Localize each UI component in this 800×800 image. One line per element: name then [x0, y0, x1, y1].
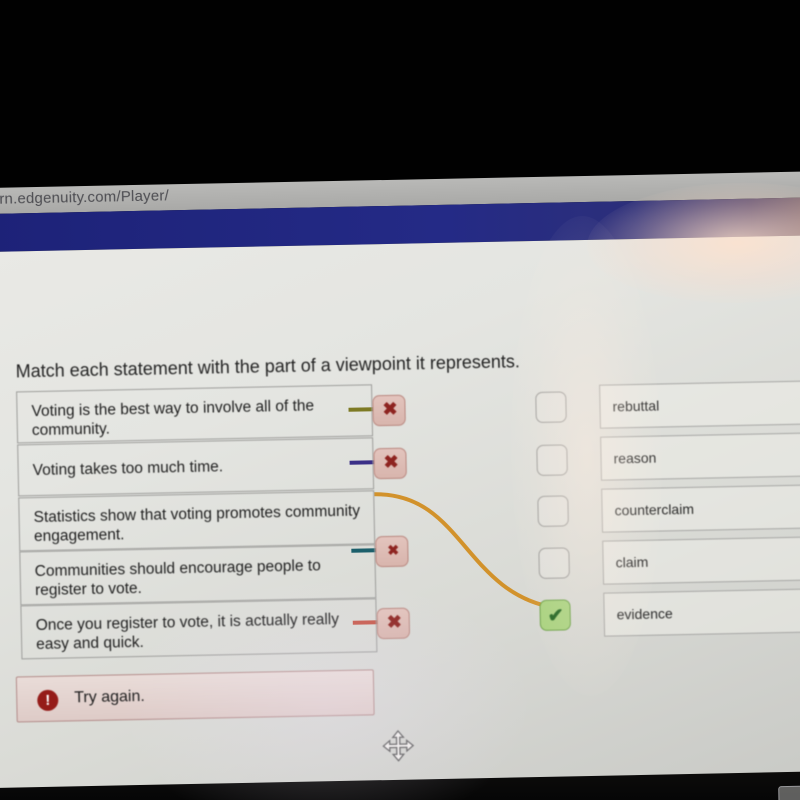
option-label-claim[interactable]: claim — [602, 535, 800, 585]
option-checkbox-evidence[interactable]: ✔ — [539, 599, 571, 631]
page-body: Match each statement with the part of a … — [0, 235, 800, 800]
x-mark-icon: ✖ — [386, 611, 403, 633]
option-label-reason[interactable]: reason — [600, 432, 800, 481]
option-label-counterclaim[interactable]: counterclaim — [601, 483, 800, 533]
right-edge-panel[interactable] — [778, 784, 800, 800]
option-checkbox-reason[interactable] — [536, 444, 568, 477]
x-mark-icon: ✖ — [387, 541, 400, 559]
feedback-text: Try again. — [74, 687, 145, 707]
statement-box-2[interactable]: Voting takes too much time. — [17, 437, 375, 497]
x-mark-icon: ✖ — [383, 451, 399, 473]
error-icon: ! — [37, 689, 59, 712]
statement-box-5[interactable]: Once you register to vote, it is actuall… — [20, 598, 378, 660]
statement-box-3[interactable]: Statistics show that voting promotes com… — [18, 490, 376, 552]
option-checkbox-rebuttal[interactable] — [535, 391, 567, 424]
result-marker-2: ✖ — [373, 447, 407, 480]
option-label-rebuttal[interactable]: rebuttal — [599, 380, 800, 429]
x-mark-icon: ✖ — [382, 398, 398, 420]
statement-box-1[interactable]: Voting is the best way to involve all of… — [16, 384, 374, 444]
option-checkbox-claim[interactable] — [538, 547, 570, 579]
laptop-bezel-top — [0, 0, 800, 196]
feedback-panel: ! Try again. — [15, 669, 375, 723]
check-icon: ✔ — [547, 605, 564, 627]
exclamation-glyph: ! — [45, 691, 51, 709]
option-label-evidence[interactable]: evidence — [603, 587, 800, 637]
photo-of-screen: earn.edgenuity.com/Player/ Match each st… — [0, 0, 800, 800]
option-checkbox-counterclaim[interactable] — [537, 495, 569, 527]
url-text: earn.edgenuity.com/Player/ — [0, 187, 170, 209]
statement-box-4[interactable]: Communities should encourage people to r… — [19, 544, 377, 606]
result-marker-4: ✖ — [375, 535, 409, 568]
move-cursor-icon[interactable] — [381, 729, 416, 764]
result-marker-5: ✖ — [376, 607, 411, 640]
screen-area: earn.edgenuity.com/Player/ Match each st… — [0, 171, 800, 800]
result-marker-1: ✖ — [372, 394, 406, 427]
